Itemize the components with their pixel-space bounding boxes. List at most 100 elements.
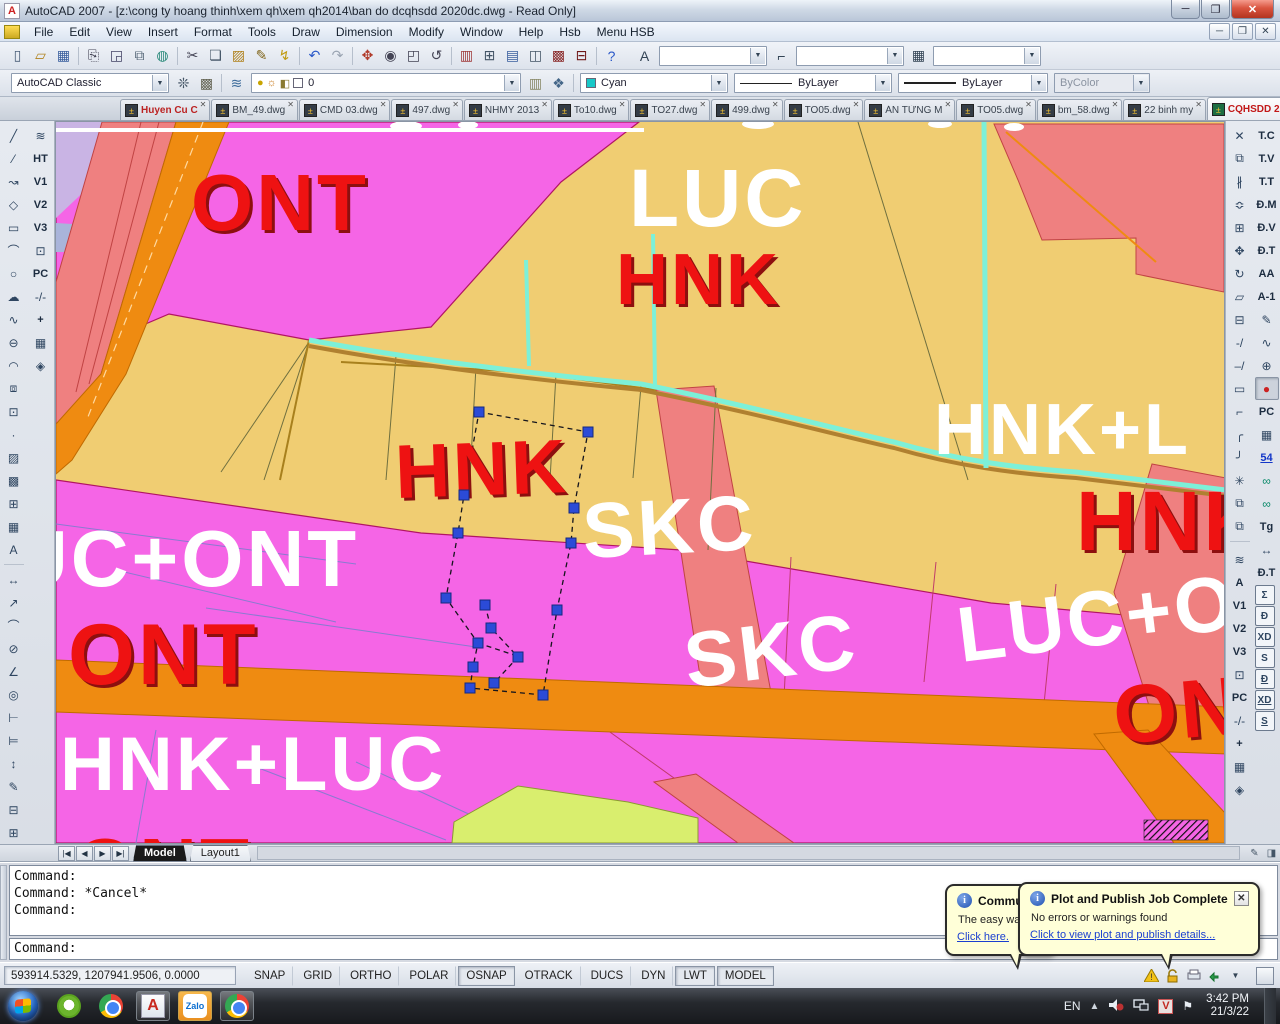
custom-tool-button[interactable]: 54 bbox=[1255, 446, 1279, 469]
menu-item[interactable]: File bbox=[26, 23, 61, 41]
draw-tool-button[interactable]: ⌒ bbox=[2, 239, 26, 262]
draw-tool-button[interactable]: ▩ bbox=[2, 469, 26, 492]
grip-handle[interactable] bbox=[513, 652, 523, 662]
quick-tool-button[interactable]: ▦ bbox=[1228, 755, 1252, 778]
tab-close-icon[interactable]: ✕ bbox=[699, 100, 706, 109]
custom-tool-button[interactable]: ↔ bbox=[1255, 538, 1279, 561]
menu-item[interactable]: Tools bbox=[240, 23, 284, 41]
chevron-down-icon[interactable]: ▼ bbox=[504, 75, 519, 91]
custom-tool-button[interactable]: Σ bbox=[1255, 585, 1275, 605]
lineweight-combo[interactable]: ByLayer ▼ bbox=[898, 73, 1048, 93]
menu-item[interactable]: Insert bbox=[140, 23, 186, 41]
doc-tab[interactable]: TO05.dwg ✕ bbox=[956, 99, 1036, 120]
toolbar-icon[interactable] bbox=[593, 45, 600, 67]
land-use-map[interactable]: ONTONTLUCHNKHNKHNKHNKSKCSKCHNK+LHNKHNKLU… bbox=[56, 122, 1225, 843]
dimension-tool-button[interactable]: ⊞ bbox=[2, 821, 26, 844]
grip-handle[interactable] bbox=[468, 662, 478, 672]
dimension-tool-button[interactable]: ⊨ bbox=[2, 729, 26, 752]
doc-tab[interactable]: 497.dwg ✕ bbox=[391, 99, 463, 120]
custom-tool-button[interactable]: T.C bbox=[1255, 124, 1279, 147]
tab-close-icon[interactable]: ✕ bbox=[853, 100, 860, 109]
layout-nav-button[interactable]: ◀ bbox=[76, 846, 93, 861]
grip-handle[interactable] bbox=[583, 427, 593, 437]
taskbar-autocad[interactable]: A bbox=[136, 991, 170, 1021]
sun-icon[interactable]: ☼ bbox=[267, 77, 277, 89]
style-icon[interactable]: ▦ bbox=[907, 45, 930, 67]
custom-tool-button[interactable]: S bbox=[1255, 711, 1275, 731]
doc-tab[interactable]: To10.dwg ✕ bbox=[553, 99, 630, 120]
draw-tool-button[interactable]: · bbox=[2, 423, 26, 446]
menu-item[interactable]: Menu HSB bbox=[589, 23, 663, 41]
document-icon[interactable] bbox=[4, 25, 20, 39]
custom-tool-button[interactable]: ∿ bbox=[1255, 331, 1279, 354]
quick-tool-button[interactable]: ≋ bbox=[29, 124, 53, 147]
draw-tool-button[interactable]: ⊡ bbox=[2, 400, 26, 423]
toolbar-icon[interactable]: ▥ bbox=[455, 45, 478, 67]
warning-icon[interactable]: ! bbox=[1143, 967, 1160, 984]
dimension-tool-button[interactable]: ⊘ bbox=[2, 637, 26, 660]
status-toggle[interactable]: POLAR bbox=[401, 966, 456, 986]
doc-restore-button[interactable]: ❐ bbox=[1232, 23, 1253, 40]
layout-tab[interactable]: Model bbox=[133, 845, 187, 862]
balloon-link[interactable]: Click to view plot and publish details..… bbox=[1030, 929, 1249, 941]
grip-handle[interactable] bbox=[459, 490, 469, 500]
grip-handle[interactable] bbox=[566, 538, 576, 548]
modify-tool-button[interactable]: ∦ bbox=[1228, 170, 1252, 193]
quick-tool-button[interactable]: V2 bbox=[1228, 617, 1252, 640]
network-icon[interactable] bbox=[1133, 998, 1149, 1014]
custom-tool-button[interactable]: T.T bbox=[1255, 170, 1279, 193]
grip-handle[interactable] bbox=[552, 605, 562, 615]
custom-tool-button[interactable]: A-1 bbox=[1255, 285, 1279, 308]
plot-status-icon[interactable] bbox=[1185, 967, 1202, 984]
modify-tool-button[interactable]: ⧉ bbox=[1228, 492, 1252, 515]
menu-item[interactable]: Dimension bbox=[328, 23, 401, 41]
doc-tab[interactable]: ÁN TỪNG M ✕ bbox=[864, 99, 955, 120]
color-combo[interactable]: Cyan ▼ bbox=[580, 73, 728, 93]
draw-tool-button[interactable]: ◇ bbox=[2, 193, 26, 216]
toolbar-icon[interactable]: ◉ bbox=[379, 45, 402, 67]
taskbar-zalo[interactable]: Zalo bbox=[178, 991, 212, 1021]
quick-tool-button[interactable]: ◈ bbox=[29, 354, 53, 377]
status-toggle[interactable]: ORTHO bbox=[342, 966, 399, 986]
grip-handle[interactable] bbox=[453, 528, 463, 538]
grip-handle[interactable] bbox=[569, 503, 579, 513]
map-canvas[interactable]: ONTONTLUCHNKHNKHNKHNKSKCSKCHNK+LHNKHNKLU… bbox=[55, 121, 1225, 844]
toolbar-icon[interactable]: ⊟ bbox=[570, 45, 593, 67]
draw-tool-button[interactable]: ⧈ bbox=[2, 377, 26, 400]
dimension-tool-button[interactable]: ⊟ bbox=[2, 798, 26, 821]
draw-tool-button[interactable]: A bbox=[2, 538, 26, 561]
dimension-tool-button[interactable]: ↕ bbox=[2, 752, 26, 775]
modify-tool-button[interactable]: ⊟ bbox=[1228, 308, 1252, 331]
workspace-combo[interactable]: AutoCAD Classic ▼ bbox=[11, 73, 169, 93]
modify-tool-button[interactable]: ▱ bbox=[1228, 285, 1252, 308]
toolbar-icon[interactable] bbox=[296, 45, 303, 67]
toolbar-icon[interactable] bbox=[75, 45, 82, 67]
grip-handle[interactable] bbox=[465, 683, 475, 693]
quick-tool-button[interactable]: V3 bbox=[1228, 640, 1252, 663]
draw-tool-button[interactable]: ◠ bbox=[2, 354, 26, 377]
menu-item[interactable]: Window bbox=[452, 23, 511, 41]
doc-tab[interactable]: Huyen Cu C ✕ bbox=[120, 99, 210, 120]
restore-button[interactable]: ❐ bbox=[1201, 0, 1230, 19]
quick-tool-button[interactable]: -/- bbox=[29, 285, 53, 308]
custom-tool-button[interactable]: ▦ bbox=[1255, 423, 1279, 446]
menu-item[interactable]: Hsb bbox=[551, 23, 588, 41]
status-toggle[interactable]: MODEL bbox=[717, 966, 774, 986]
doc-tab[interactable]: 499.dwg ✕ bbox=[711, 99, 783, 120]
start-button[interactable] bbox=[8, 991, 38, 1021]
quick-tool-button[interactable]: V1 bbox=[29, 170, 53, 193]
menu-item[interactable]: Edit bbox=[61, 23, 98, 41]
modify-tool-button[interactable]: -/ bbox=[1228, 331, 1252, 354]
dimension-tool-button[interactable]: ↔ bbox=[2, 568, 26, 591]
tab-close-icon[interactable]: ✕ bbox=[772, 100, 779, 109]
custom-tool-button[interactable]: ∞ bbox=[1255, 492, 1279, 515]
style-combo[interactable]: ▼ bbox=[796, 46, 904, 66]
canvas-corner-icon[interactable]: ◨ bbox=[1263, 846, 1280, 861]
toolbar-icon[interactable]: ↷ bbox=[326, 45, 349, 67]
toolbar-icon[interactable]: ⎘ bbox=[82, 45, 105, 67]
modify-tool-button[interactable]: ≎ bbox=[1228, 193, 1252, 216]
draw-tool-button[interactable]: ☁ bbox=[2, 285, 26, 308]
tab-close-icon[interactable]: ✕ bbox=[1112, 100, 1119, 109]
custom-tool-button[interactable]: Đ.V bbox=[1255, 216, 1279, 239]
tab-close-icon[interactable]: ✕ bbox=[619, 100, 626, 109]
